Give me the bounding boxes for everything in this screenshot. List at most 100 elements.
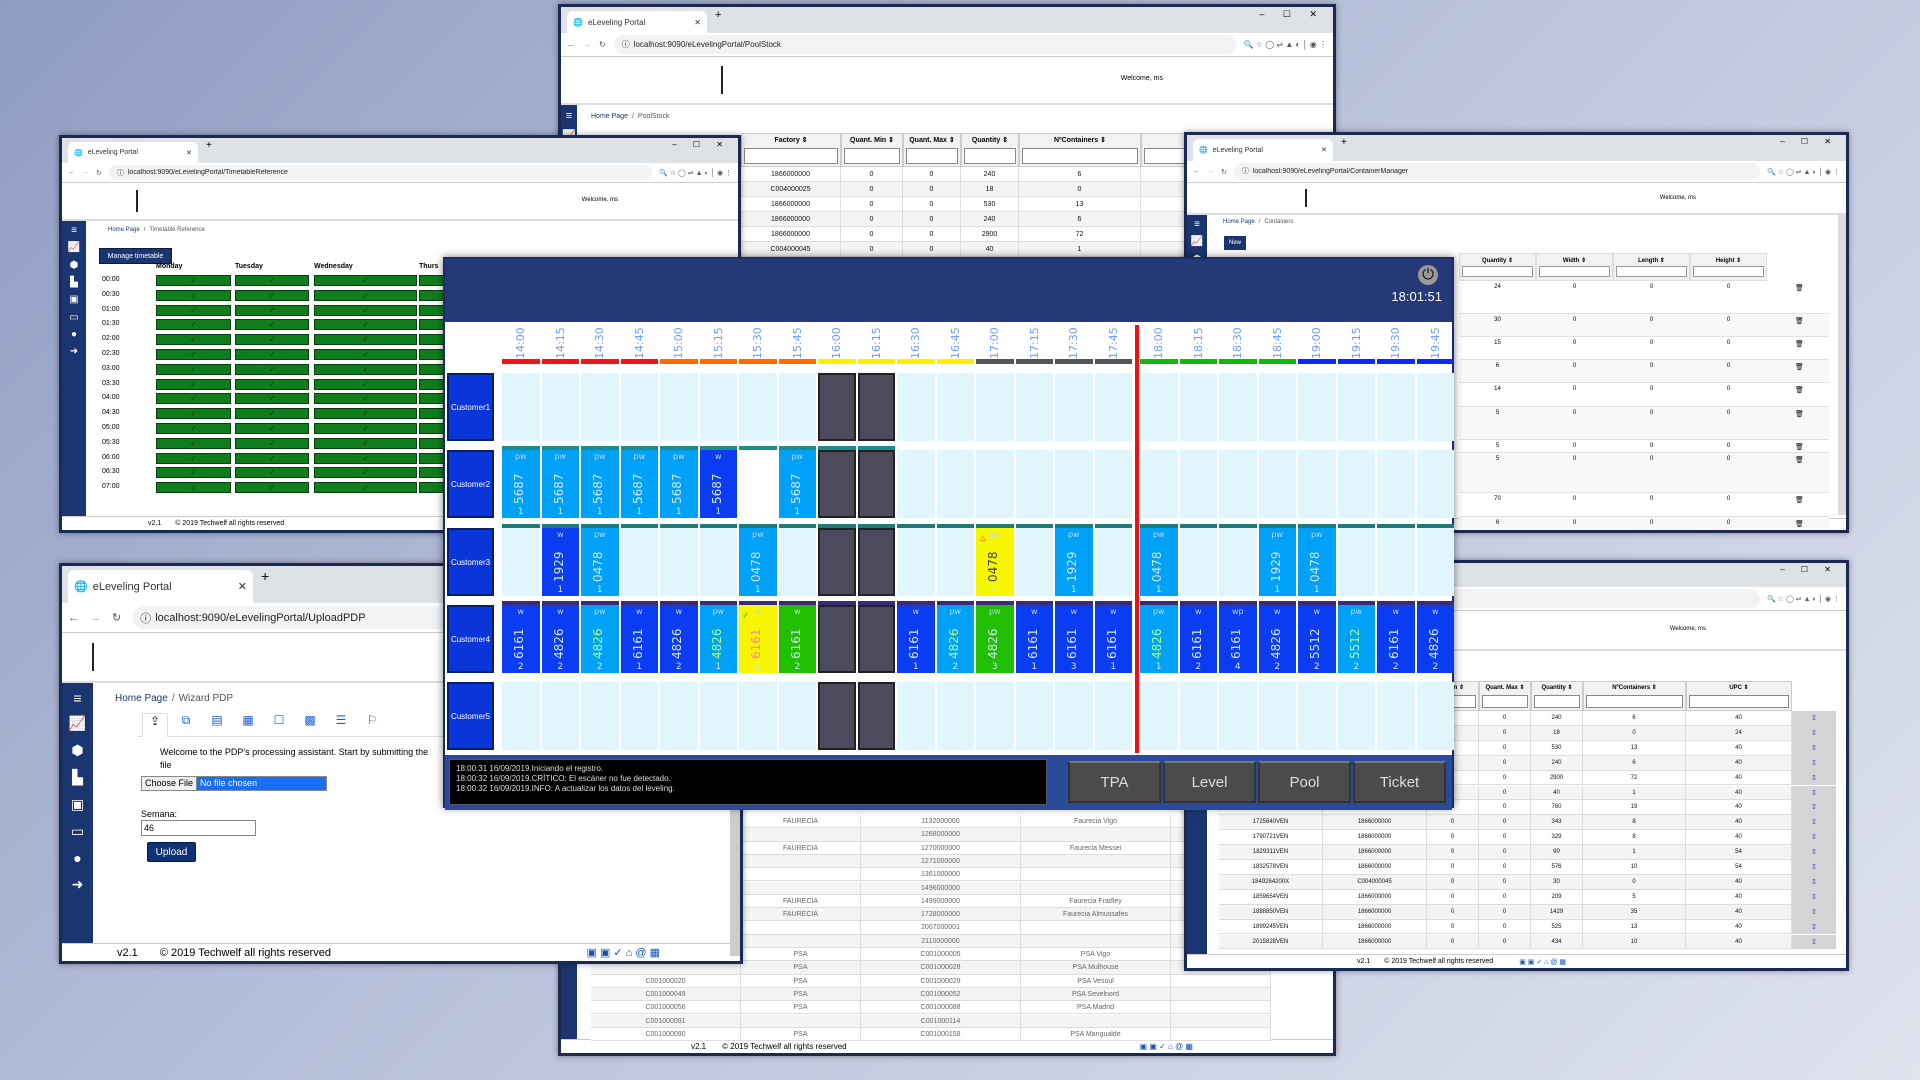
browser-tab[interactable]: 🌐 eLeveling Portal ✕ <box>68 570 253 603</box>
order-slot[interactable]: pw 0478 1 <box>1298 528 1336 596</box>
timetable-slot[interactable]: ✓ <box>314 452 417 464</box>
empty-slot[interactable] <box>1298 450 1336 518</box>
empty-slot[interactable] <box>581 373 619 441</box>
column-filter-input[interactable] <box>1616 266 1687 277</box>
order-slot[interactable]: w 5512 2 <box>1298 605 1336 673</box>
sidebar-user-icon[interactable]: ● <box>73 850 81 866</box>
button-level[interactable]: Level <box>1163 761 1256 803</box>
order-slot[interactable]: w 6161 1 <box>897 605 935 673</box>
order-slot[interactable]: w 4826 2 <box>1416 605 1454 673</box>
edit-icon[interactable]: ▯ <box>1792 770 1836 786</box>
timetable-slot[interactable]: ✓ <box>156 275 231 286</box>
empty-slot[interactable] <box>1094 450 1132 518</box>
breadcrumb-home[interactable]: Home Page <box>108 227 140 233</box>
sidebar-factory-icon[interactable]: ▙ <box>70 277 78 288</box>
empty-slot[interactable] <box>541 682 579 750</box>
timetable-slot[interactable]: ✓ <box>235 437 309 449</box>
sidebar-menu-icon[interactable]: ≡ <box>71 225 77 236</box>
blocked-slot[interactable] <box>857 605 895 673</box>
timetable-slot[interactable]: ✓ <box>156 437 231 449</box>
empty-slot[interactable] <box>936 682 974 750</box>
edit-icon[interactable]: ▯ <box>1792 815 1836 831</box>
timetable-slot[interactable]: ✓ <box>156 363 231 375</box>
delete-icon[interactable]: 🗑 <box>1795 456 1804 464</box>
empty-slot[interactable] <box>1094 682 1132 750</box>
browser-tab[interactable]: 🌐 eLeveling Portal ✕ <box>68 142 198 163</box>
button-ticket[interactable]: Ticket <box>1353 761 1446 803</box>
empty-slot[interactable] <box>660 682 698 750</box>
browser-tab[interactable]: 🌐 eLeveling Portal ✕ <box>567 11 707 33</box>
empty-slot[interactable] <box>1140 450 1178 518</box>
blocked-slot[interactable] <box>818 605 856 673</box>
empty-slot[interactable] <box>1179 450 1217 518</box>
empty-slot[interactable] <box>1055 682 1093 750</box>
sidebar-box-icon[interactable]: ⬢ <box>71 742 83 759</box>
reload-icon[interactable]: ↻ <box>1221 168 1227 176</box>
order-slot[interactable]: pw 1929 1 <box>1258 528 1296 596</box>
timetable-slot[interactable]: ✓ <box>314 408 417 420</box>
empty-slot[interactable] <box>1416 528 1454 596</box>
timetable-slot[interactable]: ✓ <box>314 423 417 434</box>
empty-slot[interactable] <box>976 450 1014 518</box>
timetable-slot[interactable]: ✓ <box>156 423 231 434</box>
delete-icon[interactable]: 🗑 <box>1795 386 1804 394</box>
close-tab-icon[interactable]: ✕ <box>694 18 701 27</box>
timetable-slot[interactable]: ✓ <box>156 289 231 301</box>
order-slot[interactable]: wp 6161 4 <box>1219 605 1257 673</box>
column-filter-input[interactable] <box>1689 694 1789 708</box>
order-slot[interactable]: w 5687 1 <box>699 450 737 518</box>
order-slot[interactable]: w 6161 2 <box>1179 605 1217 673</box>
customer-label[interactable]: Customer1 <box>447 373 494 441</box>
breadcrumb-home[interactable]: Home Page <box>115 693 168 704</box>
empty-slot[interactable] <box>699 682 737 750</box>
column-filter-input[interactable] <box>1693 266 1764 277</box>
empty-slot[interactable] <box>936 373 974 441</box>
blocked-slot[interactable] <box>818 528 856 596</box>
close-tab-icon[interactable]: ✕ <box>238 580 247 593</box>
timetable-slot[interactable]: ✓ <box>235 467 309 479</box>
empty-slot[interactable] <box>1219 682 1257 750</box>
order-slot[interactable]: pw 4826 2 <box>581 605 619 673</box>
order-slot[interactable]: w 6161 2 <box>1377 605 1415 673</box>
order-slot[interactable]: pw 1929 1 <box>1055 528 1093 596</box>
blocked-slot[interactable] <box>857 450 895 518</box>
social-icons[interactable]: ▣ ▣ ✓ ⌂ @ ▦ <box>587 946 661 959</box>
list-icon[interactable]: ☰ <box>328 713 354 727</box>
new-button[interactable]: New <box>1224 236 1246 250</box>
reload-icon[interactable]: ↻ <box>599 40 606 49</box>
timetable-slot[interactable]: ✓ <box>314 275 417 286</box>
timetable-slot[interactable]: ✓ <box>314 289 417 301</box>
timetable-slot[interactable]: ✓ <box>235 304 309 316</box>
empty-slot[interactable] <box>620 373 658 441</box>
extension-icons[interactable]: 🔍 ☆ ◯ ⇌ ▲ ◐ │ ◉ ⋮ <box>1767 168 1840 176</box>
sidebar-menu-icon[interactable]: ≡ <box>566 110 572 122</box>
blocked-slot[interactable] <box>818 682 856 750</box>
breadcrumb-home[interactable]: Home Page <box>591 113 628 120</box>
timetable-slot[interactable]: ✓ <box>156 393 231 405</box>
close-tab-icon[interactable]: ✕ <box>186 149 192 157</box>
empty-slot[interactable] <box>897 682 935 750</box>
empty-slot[interactable] <box>1337 450 1375 518</box>
empty-slot[interactable] <box>502 682 540 750</box>
delete-icon[interactable]: 🗑 <box>1795 340 1804 348</box>
calendar-blank-icon[interactable]: ☐ <box>266 713 292 727</box>
blocked-slot[interactable] <box>818 450 856 518</box>
sidebar-excel-icon[interactable]: ▣ <box>69 294 78 305</box>
timetable-slot[interactable]: ✓ <box>156 467 231 479</box>
column-filter-input[interactable] <box>1539 266 1610 277</box>
order-slot[interactable]: pw 5687 1 <box>541 450 579 518</box>
empty-slot[interactable] <box>1055 373 1093 441</box>
empty-slot[interactable] <box>502 528 540 596</box>
empty-slot[interactable] <box>976 373 1014 441</box>
forward-icon[interactable]: → <box>1207 168 1214 175</box>
empty-slot[interactable] <box>1055 450 1093 518</box>
column-filter-input[interactable] <box>906 148 958 164</box>
empty-slot[interactable] <box>936 450 974 518</box>
timetable-slot[interactable]: ✓ <box>156 452 231 464</box>
empty-slot[interactable] <box>739 682 777 750</box>
sidebar-chart-icon[interactable]: 📈 <box>1191 236 1203 247</box>
delete-icon[interactable]: 🗑 <box>1795 284 1804 292</box>
empty-slot[interactable] <box>1015 682 1053 750</box>
timetable-slot[interactable]: ✓ <box>156 349 231 360</box>
empty-slot[interactable] <box>660 373 698 441</box>
